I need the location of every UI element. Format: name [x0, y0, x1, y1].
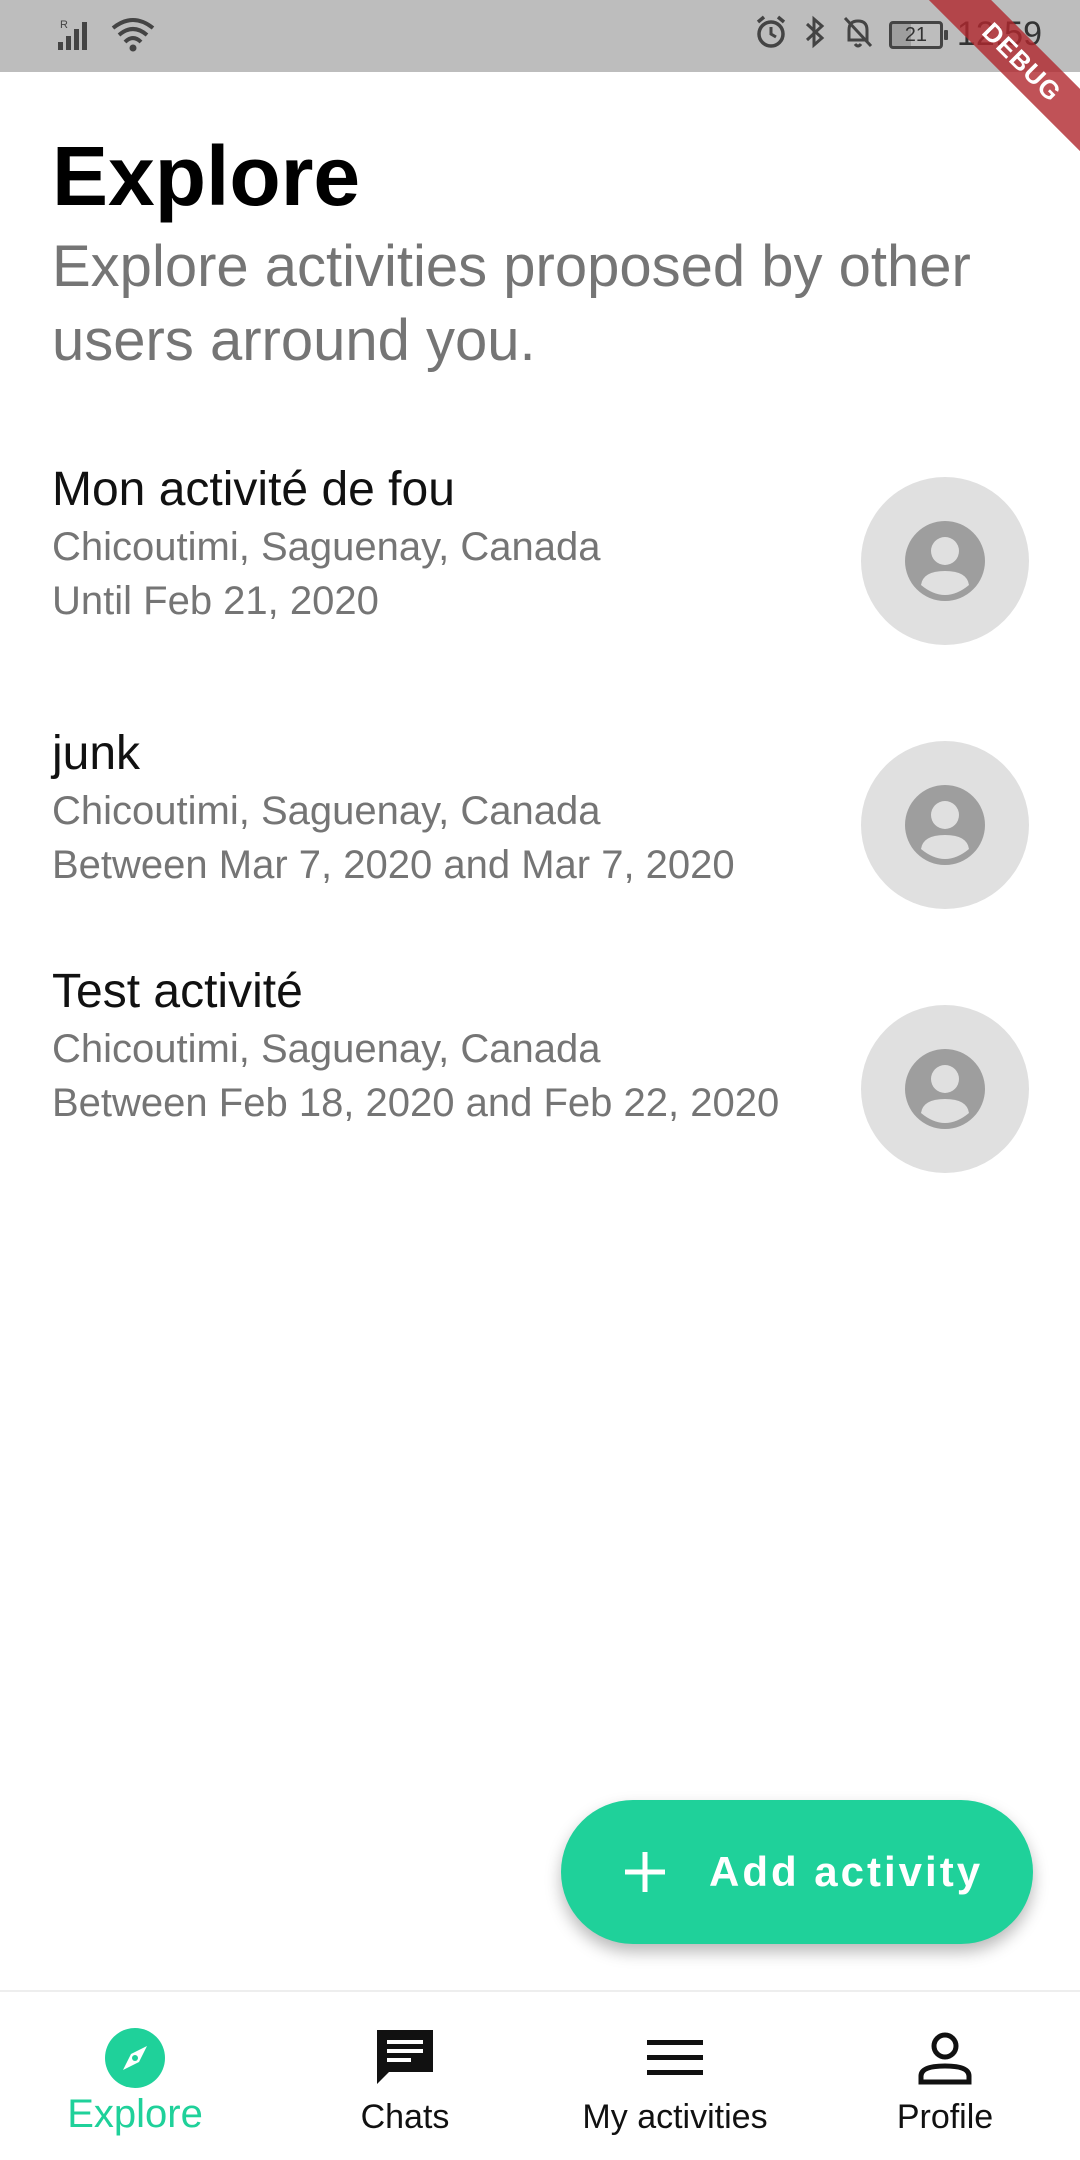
nav-label-chats: Chats	[360, 2098, 450, 2136]
plus-icon	[625, 1852, 665, 1892]
activity-location: Chicoutimi, Saguenay, Canada	[52, 525, 601, 569]
activity-dates: Between Mar 7, 2020 and Mar 7, 2020	[52, 843, 735, 887]
svg-text:R: R	[60, 19, 68, 31]
list-item[interactable]: Mon activité de fou Chicoutimi, Saguenay…	[0, 460, 1080, 690]
page-title: Explore	[52, 129, 361, 223]
person-placeholder-icon	[905, 1049, 985, 1129]
compass-icon	[99, 2022, 171, 2094]
nav-item-profile[interactable]: Profile	[810, 1992, 1080, 2160]
screen: R 21 DEBUG Explore Explore activities pr…	[0, 0, 1080, 2160]
list-item[interactable]: Test activité Chicoutimi, Saguenay, Cana…	[0, 962, 1080, 1202]
avatar[interactable]	[861, 1005, 1029, 1173]
activity-title: junk	[52, 727, 141, 780]
activity-dates: Until Feb 21, 2020	[52, 579, 379, 623]
avatar[interactable]	[861, 741, 1029, 909]
alarm-icon	[753, 14, 789, 55]
page-subtitle: Explore activities proposed by other use…	[52, 234, 971, 373]
nav-label-explore: Explore	[67, 2092, 203, 2136]
nav-item-my-activities[interactable]: My activities	[540, 1992, 810, 2160]
list-item[interactable]: junk Chicoutimi, Saguenay, Canada Betwee…	[0, 724, 1080, 954]
bluetooth-icon	[803, 14, 827, 55]
notifications-off-icon	[841, 14, 875, 55]
menu-icon	[639, 2022, 711, 2094]
person-placeholder-icon	[905, 785, 985, 865]
activity-title: Test activité	[52, 965, 303, 1018]
add-activity-button[interactable]: Add activity	[561, 1800, 1033, 1944]
status-bar: R 21	[0, 0, 1080, 72]
activity-text: Mon activité de fou Chicoutimi, Saguenay…	[52, 460, 832, 628]
nav-label-profile: Profile	[896, 2098, 994, 2136]
activity-location: Chicoutimi, Saguenay, Canada	[52, 789, 601, 833]
activity-text: Test activité Chicoutimi, Saguenay, Cana…	[52, 962, 832, 1130]
signal-icon: R	[56, 14, 96, 59]
person-placeholder-icon	[905, 521, 985, 601]
wifi-icon	[110, 14, 156, 59]
activity-title: Mon activité de fou	[52, 463, 455, 516]
bottom-navigation: Explore Chats My activities Profile	[0, 1990, 1080, 2160]
battery-indicator: 21	[888, 20, 948, 49]
activity-dates: Between Feb 18, 2020 and Feb 22, 2020	[52, 1081, 780, 1125]
add-activity-label: Add activity	[709, 1848, 984, 1895]
activity-location: Chicoutimi, Saguenay, Canada	[52, 1027, 601, 1071]
nav-item-chats[interactable]: Chats	[270, 1992, 540, 2160]
status-bar-left: R	[56, 14, 156, 59]
chat-icon	[369, 2022, 441, 2094]
activity-text: junk Chicoutimi, Saguenay, Canada Betwee…	[52, 724, 832, 892]
nav-item-explore[interactable]: Explore	[0, 1992, 270, 2160]
person-icon	[909, 2022, 981, 2094]
avatar[interactable]	[861, 477, 1029, 645]
nav-label-my-activities: My activities	[582, 2098, 768, 2136]
